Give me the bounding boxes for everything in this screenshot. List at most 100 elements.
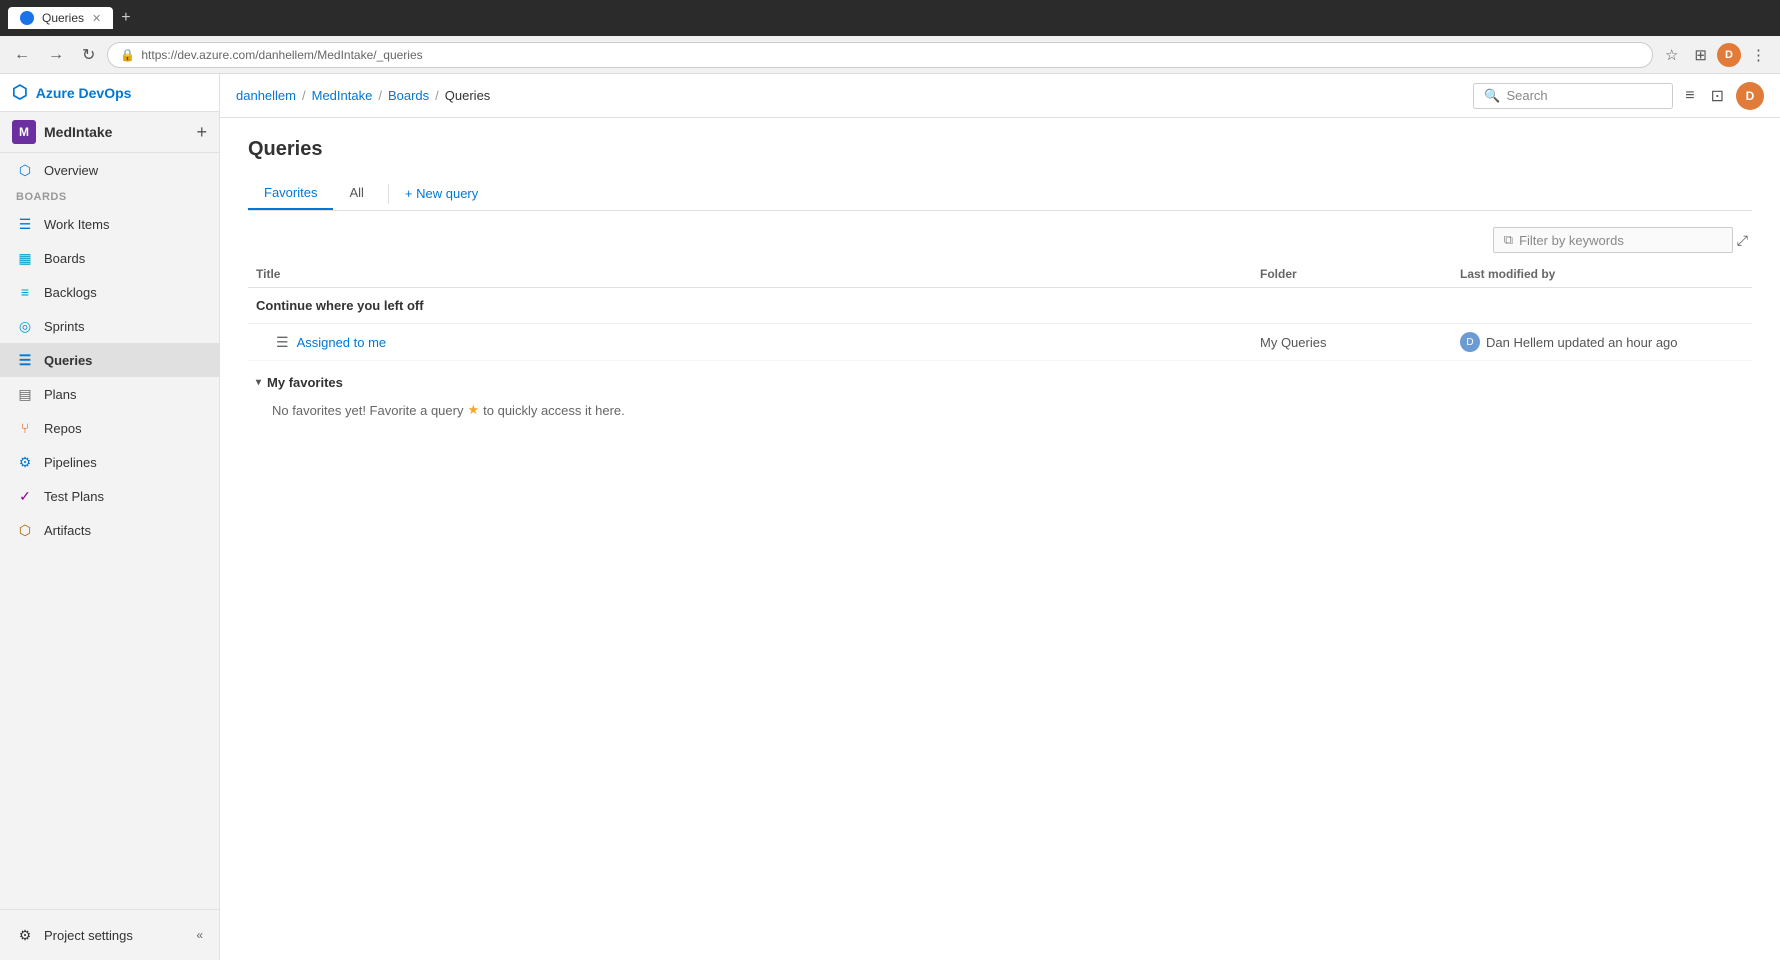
filter-input[interactable]: ⧉ Filter by keywords (1493, 227, 1733, 253)
continue-section-header: Continue where you left off (248, 288, 1752, 324)
settings-topbar-btn[interactable]: ≡ (1681, 83, 1698, 109)
queries-icon: ☰ (16, 351, 34, 369)
tab-close-btn[interactable]: ✕ (92, 12, 101, 25)
refresh-btn[interactable]: ↻ (76, 41, 101, 69)
tab-all[interactable]: All (333, 177, 379, 210)
sidebar-item-repos[interactable]: ⑂ Repos (0, 411, 219, 445)
query-modified-cell: D Dan Hellem updated an hour ago (1452, 332, 1752, 352)
new-tab-btn[interactable]: + (121, 9, 130, 27)
breadcrumb-sep-1: / (302, 88, 306, 103)
sidebar-item-overview[interactable]: ⬡ Overview (0, 153, 219, 187)
sidebar-label-pipelines: Pipelines (44, 455, 97, 470)
query-folder-cell: My Queries (1252, 335, 1452, 350)
settings-icon: ⚙ (16, 926, 34, 944)
azure-devops-label: Azure DevOps (36, 85, 132, 101)
query-title-cell: ☰ Assigned to me (248, 334, 1252, 351)
expand-btn[interactable]: ⤢ (1733, 227, 1752, 253)
query-list-icon: ☰ (276, 334, 289, 351)
filter-placeholder: Filter by keywords (1519, 233, 1624, 248)
sidebar-item-work-items[interactable]: ☰ Work Items (0, 207, 219, 241)
sidebar-label-overview: Overview (44, 163, 98, 178)
sidebar-label-backlogs: Backlogs (44, 285, 97, 300)
marketplace-btn[interactable]: ⊡ (1707, 82, 1728, 110)
forward-btn[interactable]: → (42, 42, 70, 68)
project-add-btn[interactable]: + (196, 122, 207, 143)
tab-favicon (20, 11, 34, 25)
breadcrumb-boards[interactable]: Boards (388, 88, 429, 103)
azure-logo-icon: ⬡ (12, 82, 28, 103)
user-avatar[interactable]: D (1736, 82, 1764, 110)
repos-icon: ⑂ (16, 419, 34, 437)
sidebar-label-repos: Repos (44, 421, 82, 436)
sidebar-item-sprints[interactable]: ◎ Sprints (0, 309, 219, 343)
col-modified: Last modified by (1452, 267, 1752, 281)
extensions-btn[interactable]: ⊞ (1688, 42, 1713, 68)
sidebar-item-pipelines[interactable]: ⚙ Pipelines (0, 445, 219, 479)
back-btn[interactable]: ← (8, 42, 36, 68)
favorites-toggle-icon[interactable]: ▾ (256, 377, 261, 388)
modified-text: Dan Hellem updated an hour ago (1486, 335, 1678, 350)
sidebar-item-queries[interactable]: ☰ Queries (0, 343, 219, 377)
breadcrumb-danhellem[interactable]: danhellem (236, 88, 296, 103)
active-tab[interactable]: Queries ✕ (8, 7, 113, 29)
project-header: M MedIntake + (0, 112, 219, 153)
query-name-assigned[interactable]: Assigned to me (297, 335, 387, 350)
tab-favorites[interactable]: Favorites (248, 177, 333, 210)
col-title: Title (248, 267, 1252, 281)
breadcrumb: danhellem / MedIntake / Boards / Queries (236, 88, 1465, 103)
filter-row: ⧉ Filter by keywords ⤢ (248, 227, 1752, 253)
favorites-empty-message: No favorites yet! Favorite a query ★ to … (256, 398, 1744, 422)
topbar: danhellem / MedIntake / Boards / Queries… (220, 74, 1780, 118)
search-box[interactable]: 🔍 Search (1473, 83, 1673, 109)
overview-icon: ⬡ (16, 161, 34, 179)
breadcrumb-sep-3: / (435, 88, 439, 103)
col-folder: Folder (1252, 267, 1452, 281)
sidebar-label-queries: Queries (44, 353, 92, 368)
browser-menu-btn[interactable]: ⋮ (1745, 42, 1772, 68)
filter-icon: ⧉ (1504, 232, 1513, 248)
browser-chrome: Queries ✕ + (0, 0, 1780, 36)
sidebar-item-backlogs[interactable]: ≡ Backlogs (0, 275, 219, 309)
work-items-icon: ☰ (16, 215, 34, 233)
azure-devops-header: ⬡ Azure DevOps (0, 74, 219, 112)
sidebar-label-artifacts: Artifacts (44, 523, 91, 538)
artifacts-icon: ⬡ (16, 521, 34, 539)
browser-user-avatar[interactable]: D (1717, 43, 1741, 67)
sidebar-label-boards: Boards (44, 251, 85, 266)
sidebar-label-sprints: Sprints (44, 319, 84, 334)
boards-section-header: Boards (0, 187, 219, 207)
sidebar: ⬡ Azure DevOps M MedIntake + ⬡ Overview … (0, 74, 220, 960)
app-layout: ⬡ Azure DevOps M MedIntake + ⬡ Overview … (0, 74, 1780, 960)
bookmark-btn[interactable]: ☆ (1659, 42, 1684, 68)
project-name: MedIntake (44, 124, 112, 140)
plans-icon: ▤ (16, 385, 34, 403)
sidebar-label-test-plans: Test Plans (44, 489, 104, 504)
continue-section-title: Continue where you left off (256, 298, 424, 313)
browser-nav: ← → ↻ 🔒 https://dev.azure.com/danhellem/… (0, 36, 1780, 74)
url-text: https://dev.azure.com/danhellem/MedIntak… (141, 48, 422, 62)
project-settings-item[interactable]: ⚙ Project settings « (0, 918, 219, 952)
star-icon: ★ (467, 402, 479, 418)
collapse-icon[interactable]: « (196, 928, 203, 942)
favorites-section: ▾ My favorites No favorites yet! Favorit… (248, 361, 1752, 432)
search-placeholder: Search (1506, 88, 1547, 103)
favorites-empty-text1: No favorites yet! Favorite a query (272, 403, 463, 418)
tab-separator (388, 184, 389, 204)
table-row[interactable]: ☰ Assigned to me My Queries D Dan Hellem… (248, 324, 1752, 361)
address-bar[interactable]: 🔒 https://dev.azure.com/danhellem/MedInt… (107, 42, 1653, 68)
sidebar-item-artifacts[interactable]: ⬡ Artifacts (0, 513, 219, 547)
sidebar-item-boards[interactable]: ▦ Boards (0, 241, 219, 275)
breadcrumb-medintake[interactable]: MedIntake (312, 88, 373, 103)
favorites-title: My favorites (267, 375, 343, 390)
new-query-btn[interactable]: + New query (397, 182, 486, 205)
sidebar-item-plans[interactable]: ▤ Plans (0, 377, 219, 411)
boards-icon: ▦ (16, 249, 34, 267)
sidebar-footer: ⚙ Project settings « (0, 909, 219, 960)
page-title: Queries (248, 138, 1752, 161)
favorites-empty-text2: to quickly access it here. (483, 403, 625, 418)
sidebar-item-test-plans[interactable]: ✓ Test Plans (0, 479, 219, 513)
sidebar-label-plans: Plans (44, 387, 77, 402)
breadcrumb-sep-2: / (378, 88, 382, 103)
table-header: Title Folder Last modified by (248, 261, 1752, 288)
sprints-icon: ◎ (16, 317, 34, 335)
